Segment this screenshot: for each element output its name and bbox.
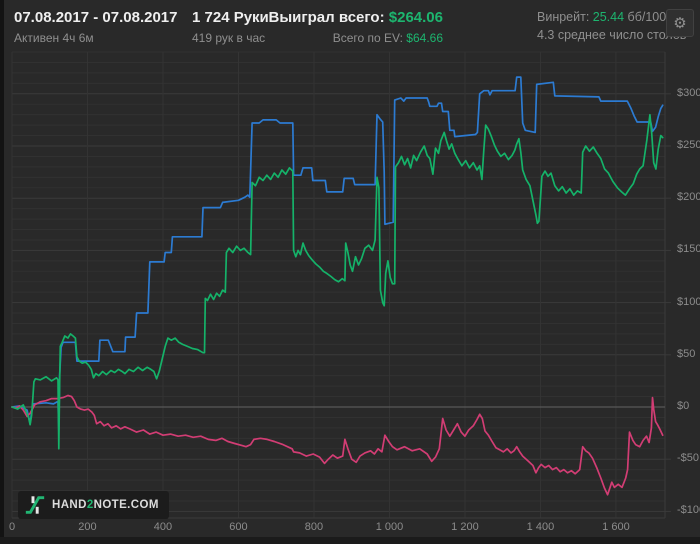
window-bottom-edge [0,537,700,544]
winnings-chart [11,51,671,519]
x-axis-tick-label: 1 400 [526,521,555,533]
winrate-line: Винрейт: 25.44 бб/100 [537,10,666,24]
y-axis-tick-label: $0 [677,400,690,412]
winrate-value: 25.44 [592,10,625,24]
hand2note-logo-icon [25,496,45,514]
hands-per-hour: 419 рук в час [192,31,266,45]
x-axis-tick-label: 200 [78,521,97,533]
x-axis-tick-label: 0 [8,521,16,533]
avg-tables: 4.3 среднее число столов [537,28,687,42]
x-axis-tick-label: 1 200 [451,521,479,533]
x-axis-tick-label: 1 600 [602,521,630,533]
logo-text-pre: HAND [52,499,87,511]
x-axis-tick-label: 1 000 [375,521,404,533]
y-axis-tick-label: $150 [677,243,700,256]
total-won-value: $264.06 [388,9,443,26]
ev-line: Всего по EV: $64.66 [333,31,443,45]
x-axis-tick-label: 800 [304,521,324,533]
hand2note-graph-window: 07.08.2017 - 07.08.2017 Активен 4ч 6м 1 … [0,0,700,544]
ev-value: $64.66 [406,31,443,45]
logo-text-num: 2 [86,499,94,511]
total-won-line: Выиграл всего: $264.06 [269,9,443,26]
showdown-winnings-line [11,76,664,431]
window-left-edge [0,0,4,544]
hands-count: 1 724 Руки [192,9,269,26]
winrate-unit: бб/100 [624,10,667,24]
y-axis-tick-label: $100 [677,295,700,308]
date-range: 07.08.2017 - 07.08.2017 [14,9,178,26]
gear-icon: ⚙ [673,15,687,32]
y-axis-tick-label: -$50 [677,452,700,465]
x-axis-tick-label: 400 [153,521,173,533]
logo-text-post: NOTE.COM [93,499,159,511]
y-axis-tick-label: $200 [677,191,700,204]
y-axis-tick-label: -$100 [677,504,700,517]
y-axis-tick-label: $300 [677,86,700,99]
y-axis-tick-label: $50 [677,347,696,360]
winrate-label: Винрейт: [537,10,593,24]
x-axis-tick-label: 600 [229,521,248,533]
hand2note-logo[interactable]: HAND2NOTE.COM [18,491,169,519]
y-axis-tick-label: $250 [677,139,700,151]
logo-text: HAND2NOTE.COM [52,499,159,511]
active-time: Активен 4ч 6м [14,31,94,45]
settings-button[interactable]: ⚙ [666,9,694,37]
total-won-label: Выиграл всего: [268,9,389,26]
ev-label: Всего по EV: [332,31,407,45]
